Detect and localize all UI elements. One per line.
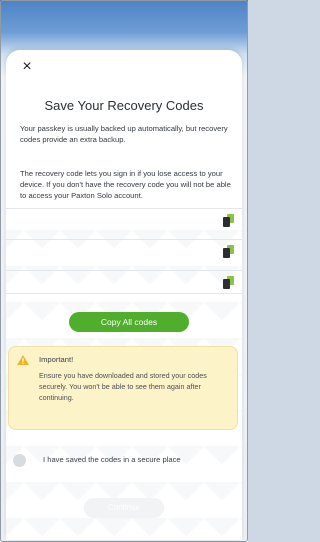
notice-text: Ensure you have downloaded and stored yo…	[39, 371, 207, 402]
copy-all-codes-button[interactable]: Copy All codes	[69, 312, 189, 332]
copy-icon[interactable]	[223, 214, 235, 227]
copy-icon[interactable]	[223, 245, 235, 258]
important-notice: Important! Ensure you have downloaded an…	[8, 346, 238, 430]
notice-title: Important!	[39, 355, 74, 364]
saved-codes-checkbox[interactable]	[13, 454, 26, 467]
warning-icon	[17, 355, 29, 365]
saved-codes-label[interactable]: I have saved the codes in a secure place	[43, 455, 181, 464]
copy-icon[interactable]	[223, 276, 235, 289]
recovery-codes-modal: × Save Your Recovery Codes Your passkey …	[6, 50, 242, 540]
recovery-code-row	[6, 239, 242, 262]
continue-button[interactable]: Continue	[84, 498, 164, 518]
explanation-text: The recovery code lets you sign in if yo…	[20, 169, 231, 200]
intro-text: Your passkey is usually backed up automa…	[20, 124, 228, 144]
modal-title: Save Your Recovery Codes	[44, 98, 204, 113]
recovery-code-row	[6, 270, 242, 294]
close-icon[interactable]: ×	[18, 58, 36, 76]
recovery-code-row	[6, 208, 242, 231]
